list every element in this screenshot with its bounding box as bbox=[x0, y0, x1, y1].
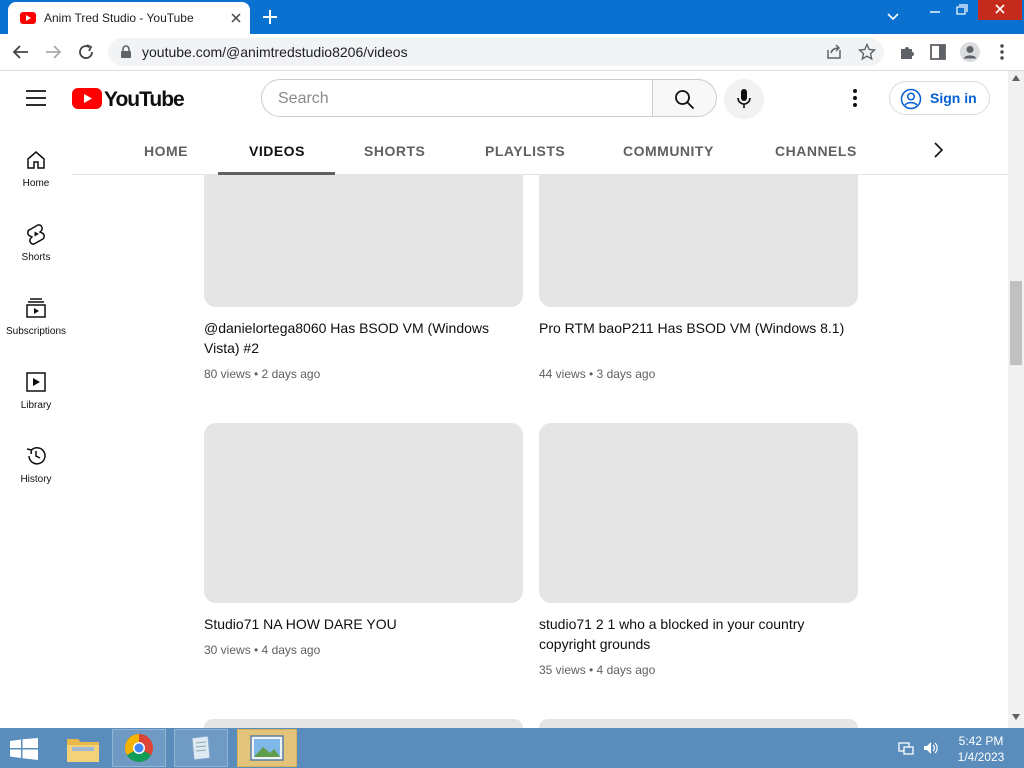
file-explorer-taskbar-button[interactable] bbox=[56, 729, 110, 767]
scrollbar-thumb[interactable] bbox=[1010, 281, 1022, 365]
video-thumbnail[interactable] bbox=[539, 719, 858, 728]
network-icon[interactable] bbox=[898, 740, 914, 756]
guide-label: Home bbox=[22, 178, 50, 189]
chrome-icon bbox=[125, 734, 153, 762]
youtube-favicon-icon bbox=[20, 12, 36, 24]
left-guide: Home Shorts Subscriptions Library Histor… bbox=[0, 127, 72, 727]
video-meta: 30 views • 4 days ago bbox=[204, 643, 321, 657]
guide-label: Subscriptions bbox=[5, 326, 67, 337]
youtube-play-logo-icon bbox=[72, 88, 102, 109]
guide-item-history[interactable]: History bbox=[0, 423, 72, 497]
guide-label: Shorts bbox=[21, 252, 51, 263]
video-meta: 35 views • 4 days ago bbox=[539, 663, 656, 677]
extensions-puzzle-icon[interactable] bbox=[898, 43, 916, 61]
sign-in-label: Sign in bbox=[930, 90, 977, 106]
system-clock[interactable]: 5:42 PM 1/4/2023 bbox=[950, 733, 1012, 765]
channel-tabs: HOME VIDEOS SHORTS PLAYLISTS COMMUNITY C… bbox=[72, 127, 1008, 175]
photo-viewer-icon bbox=[250, 735, 284, 761]
side-panel-icon[interactable] bbox=[929, 43, 947, 61]
youtube-masthead: YouTube Search Sign in bbox=[0, 71, 1008, 127]
clock-date: 1/4/2023 bbox=[957, 750, 1005, 764]
guide-label: History bbox=[20, 474, 52, 485]
browser-menu-icon[interactable] bbox=[996, 43, 1008, 61]
forward-arrow-icon[interactable] bbox=[44, 43, 62, 61]
youtube-logo[interactable]: YouTube bbox=[72, 88, 185, 111]
settings-more-icon[interactable] bbox=[852, 89, 858, 107]
account-circle-icon bbox=[900, 88, 922, 110]
history-icon bbox=[26, 447, 46, 465]
guide-item-subscriptions[interactable]: Subscriptions bbox=[0, 275, 72, 349]
window-close-icon[interactable] bbox=[978, 0, 1022, 20]
url-text[interactable]: youtube.com/@animtredstudio8206/videos bbox=[142, 44, 408, 60]
back-arrow-icon[interactable] bbox=[12, 43, 30, 61]
page-scrollbar[interactable] bbox=[1008, 71, 1024, 728]
bookmark-star-icon[interactable] bbox=[858, 43, 876, 61]
tab-label: CHANNELS bbox=[775, 143, 857, 159]
video-meta: 80 views • 2 days ago bbox=[204, 367, 321, 381]
tab-label: VIDEOS bbox=[249, 143, 305, 159]
active-tab-underline bbox=[218, 172, 335, 175]
tab-label: HOME bbox=[144, 143, 188, 159]
shorts-icon bbox=[27, 224, 45, 245]
address-bar[interactable]: youtube.com/@animtredstudio8206/videos bbox=[108, 38, 884, 66]
youtube-wordmark: YouTube bbox=[104, 88, 185, 111]
guide-item-home[interactable]: Home bbox=[0, 127, 72, 201]
guide-item-shorts[interactable]: Shorts bbox=[0, 201, 72, 275]
video-title[interactable]: @danielortega8060 Has BSOD VM (Windows V… bbox=[204, 318, 514, 358]
sign-in-button[interactable]: Sign in bbox=[889, 81, 990, 115]
tab-close-icon[interactable] bbox=[230, 12, 242, 24]
video-thumbnail[interactable] bbox=[539, 423, 858, 603]
video-title[interactable]: Pro RTM baoP211 Has BSOD VM (Windows 8.1… bbox=[539, 318, 849, 338]
tab-label: PLAYLISTS bbox=[485, 143, 566, 159]
folder-icon bbox=[67, 739, 99, 762]
chrome-taskbar-button[interactable] bbox=[112, 729, 166, 767]
new-tab-icon[interactable] bbox=[262, 9, 278, 25]
hamburger-menu-icon[interactable] bbox=[26, 90, 46, 106]
scroll-up-arrow-icon[interactable] bbox=[1012, 75, 1020, 81]
search-input[interactable]: Search bbox=[261, 79, 653, 117]
clock-time: 5:42 PM bbox=[958, 734, 1004, 748]
video-thumbnail[interactable] bbox=[204, 719, 523, 728]
notepad-icon bbox=[191, 735, 211, 761]
tab-videos[interactable]: VIDEOS bbox=[218, 127, 335, 175]
subscriptions-icon bbox=[26, 298, 46, 318]
photo-viewer-taskbar-button[interactable] bbox=[237, 729, 297, 767]
search-placeholder: Search bbox=[278, 90, 329, 107]
home-icon bbox=[27, 151, 45, 169]
video-thumbnail[interactable] bbox=[204, 423, 523, 603]
lock-icon[interactable] bbox=[120, 45, 132, 59]
search-button[interactable] bbox=[653, 79, 717, 117]
minimize-icon[interactable] bbox=[924, 2, 946, 20]
browser-tab-strip: Anim Tred Studio - YouTube bbox=[0, 0, 1024, 34]
microphone-icon bbox=[737, 89, 751, 108]
chevron-right-icon[interactable] bbox=[932, 141, 944, 159]
tab-label: SHORTS bbox=[364, 143, 426, 159]
windows-taskbar: 5:42 PM 1/4/2023 bbox=[0, 728, 1024, 768]
restore-icon[interactable] bbox=[950, 2, 972, 20]
windows-start-icon[interactable] bbox=[10, 738, 38, 760]
reload-icon[interactable] bbox=[77, 43, 95, 61]
tab-shorts[interactable]: SHORTS bbox=[342, 127, 442, 174]
browser-toolbar: youtube.com/@animtredstudio8206/videos bbox=[0, 34, 1024, 71]
tab-playlists[interactable]: PLAYLISTS bbox=[462, 127, 582, 174]
voice-search-button[interactable] bbox=[724, 79, 764, 119]
browser-tab[interactable]: Anim Tred Studio - YouTube bbox=[8, 2, 250, 34]
video-meta: 44 views • 3 days ago bbox=[539, 367, 656, 381]
volume-icon[interactable] bbox=[922, 740, 938, 756]
tab-channels[interactable]: CHANNELS bbox=[752, 127, 872, 174]
guide-label: Library bbox=[20, 400, 52, 411]
library-icon bbox=[26, 372, 46, 392]
tab-title: Anim Tred Studio - YouTube bbox=[44, 11, 194, 25]
share-icon[interactable] bbox=[826, 44, 842, 60]
video-title[interactable]: studio71 2 1 who a blocked in your count… bbox=[539, 614, 849, 654]
tab-home[interactable]: HOME bbox=[118, 127, 213, 174]
scroll-down-arrow-icon[interactable] bbox=[1012, 714, 1020, 720]
guide-item-library[interactable]: Library bbox=[0, 349, 72, 423]
profile-avatar-icon[interactable] bbox=[959, 41, 981, 63]
search-icon bbox=[675, 90, 695, 109]
video-title[interactable]: Studio71 NA HOW DARE YOU bbox=[204, 614, 514, 634]
notepad-taskbar-button[interactable] bbox=[174, 729, 228, 767]
tab-community[interactable]: COMMUNITY bbox=[602, 127, 732, 174]
tab-label: COMMUNITY bbox=[623, 143, 714, 159]
